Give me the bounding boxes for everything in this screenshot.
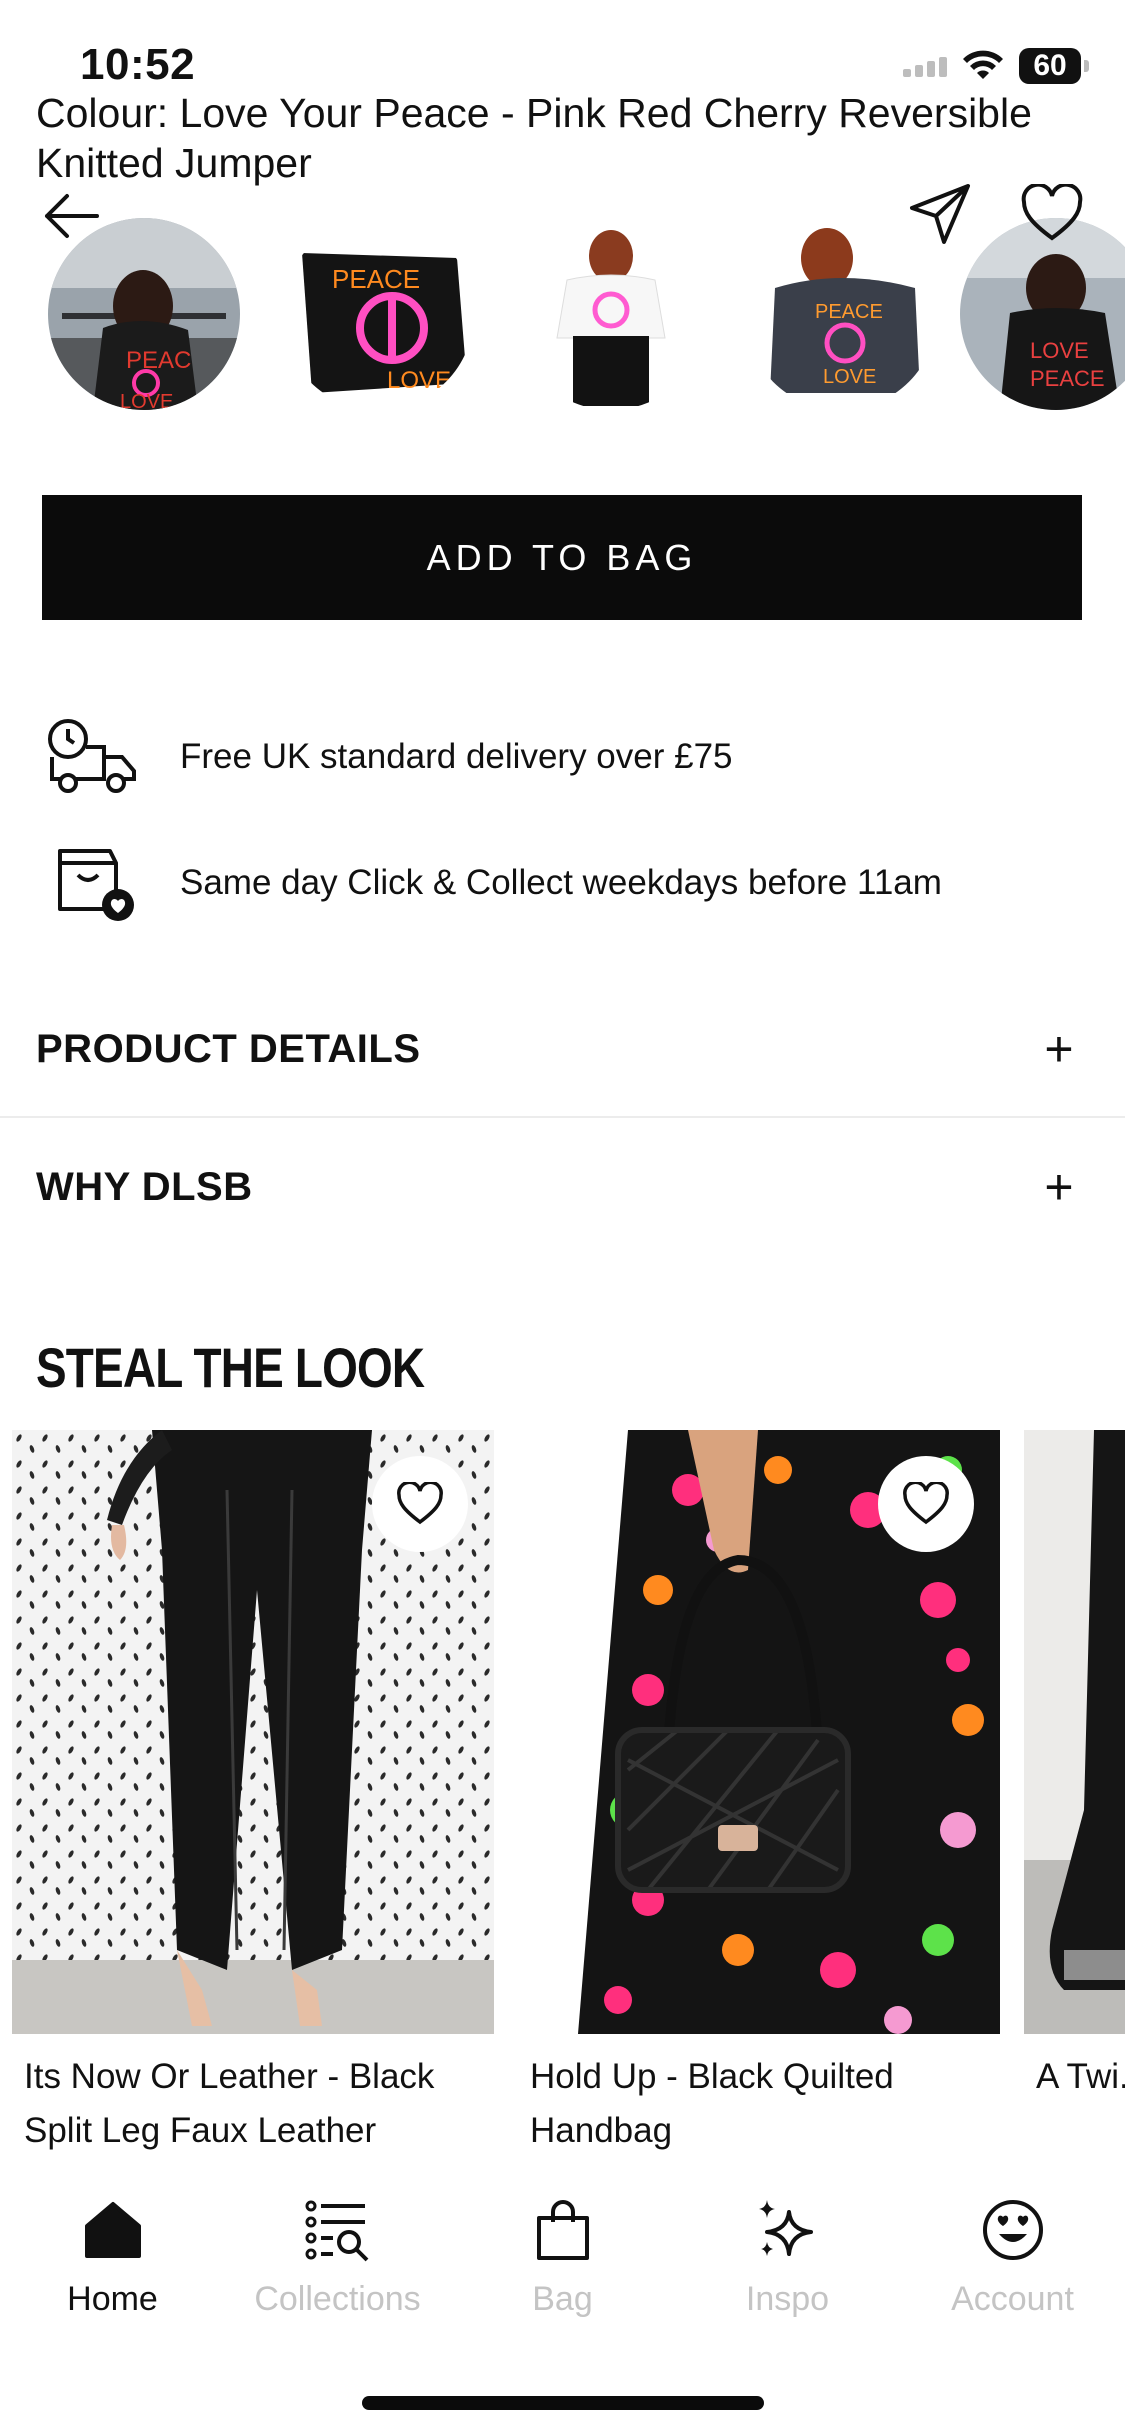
status-icons: 60: [903, 48, 1089, 84]
svg-text:PEACE: PEACE: [332, 264, 420, 294]
wishlist-button[interactable]: [1020, 182, 1084, 244]
svg-text:PEAC: PEAC: [126, 347, 191, 374]
nav-label: Home: [67, 2280, 158, 2318]
wishlist-heart-button[interactable]: [372, 1456, 468, 1552]
thumbnail-1[interactable]: PEAC LOVE: [48, 218, 240, 410]
nav-label: Bag: [532, 2280, 593, 2318]
home-icon: [77, 2194, 149, 2266]
click-collect-icon: [44, 838, 144, 928]
svg-text:LOVE: LOVE: [120, 391, 173, 410]
status-bar: 10:52 60: [0, 0, 1125, 100]
product-card[interactable]: Hold Up - Black Quilted Handbag: [518, 1430, 1000, 2158]
product-card[interactable]: A Twi... Black...: [1024, 1430, 1125, 2104]
delivery-text: Free UK standard delivery over £75: [180, 737, 733, 776]
wishlist-heart-button[interactable]: [878, 1456, 974, 1552]
plus-icon: +: [1044, 1021, 1074, 1077]
battery-icon: 60: [1019, 48, 1089, 84]
send-icon: [910, 184, 970, 244]
battery-level: 60: [1033, 49, 1067, 82]
arrow-left-icon: [45, 194, 99, 238]
product-name[interactable]: Its Now Or Leather - Black Split Leg Fau…: [12, 2050, 494, 2158]
nav-inspo[interactable]: Inspo: [675, 2180, 900, 2350]
thumbnail-5[interactable]: LOVE PEACE: [960, 218, 1125, 410]
plus-icon: +: [1044, 1159, 1074, 1215]
smiley-icon: [977, 2194, 1049, 2266]
thumbnail-2[interactable]: PEACE LOVE: [282, 218, 474, 410]
back-button[interactable]: [38, 188, 102, 244]
why-dlsb-accordion[interactable]: WHY DLSB +: [0, 1120, 1125, 1254]
product-name[interactable]: A Twi... Black...: [1024, 2050, 1125, 2104]
home-indicator[interactable]: [362, 2396, 764, 2410]
product-card[interactable]: Its Now Or Leather - Black Split Leg Fau…: [12, 1430, 494, 2158]
product-image[interactable]: [1024, 1430, 1125, 2034]
product-image[interactable]: [12, 1430, 494, 2034]
steal-the-look-title: STEAL THE LOOK: [36, 1336, 425, 1399]
svg-text:LOVE: LOVE: [1030, 338, 1089, 363]
product-details-accordion[interactable]: PRODUCT DETAILS +: [0, 982, 1125, 1116]
status-time: 10:52: [80, 40, 196, 89]
nav-account[interactable]: Account: [900, 2180, 1125, 2350]
heart-icon: [903, 1482, 949, 1525]
nav-bag[interactable]: Bag: [450, 2180, 675, 2350]
collect-info: Same day Click & Collect weekdays before…: [44, 838, 1084, 928]
wifi-icon: [963, 50, 1003, 79]
svg-text:PEACE: PEACE: [815, 301, 883, 323]
nav-label: Account: [951, 2280, 1074, 2318]
collect-text: Same day Click & Collect weekdays before…: [180, 863, 942, 902]
divider: [0, 1116, 1125, 1118]
signal-icon: [903, 55, 947, 77]
bottom-navigation: Home Collections Bag Inspo Account: [0, 2180, 1125, 2350]
colour-title: Colour: Love Your Peace - Pink Red Cherr…: [36, 90, 1032, 186]
share-button[interactable]: [906, 180, 974, 248]
nav-home[interactable]: Home: [0, 2180, 225, 2350]
svg-text:LOVE: LOVE: [387, 367, 451, 394]
sparkle-icon: [752, 2194, 824, 2266]
delivery-info: Free UK standard delivery over £75: [44, 712, 1084, 802]
collections-icon: [302, 2194, 374, 2266]
svg-text:LOVE: LOVE: [823, 366, 876, 388]
heart-icon: [397, 1482, 443, 1525]
why-dlsb-label: WHY DLSB: [36, 1164, 253, 1209]
delivery-truck-icon: [44, 712, 144, 802]
nav-label: Inspo: [745, 2280, 830, 2318]
product-name[interactable]: Hold Up - Black Quilted Handbag: [518, 2050, 1000, 2158]
product-details-label: PRODUCT DETAILS: [36, 1026, 421, 1071]
heart-icon: [1021, 182, 1083, 241]
add-to-bag-button[interactable]: ADD TO BAG: [42, 495, 1082, 620]
nav-label: Collections: [254, 2280, 421, 2318]
svg-text:PEACE: PEACE: [1030, 366, 1105, 391]
product-image[interactable]: [518, 1430, 1000, 2034]
nav-collections[interactable]: Collections: [225, 2180, 450, 2350]
bag-icon: [527, 2194, 599, 2266]
thumbnail-3[interactable]: [515, 218, 707, 410]
